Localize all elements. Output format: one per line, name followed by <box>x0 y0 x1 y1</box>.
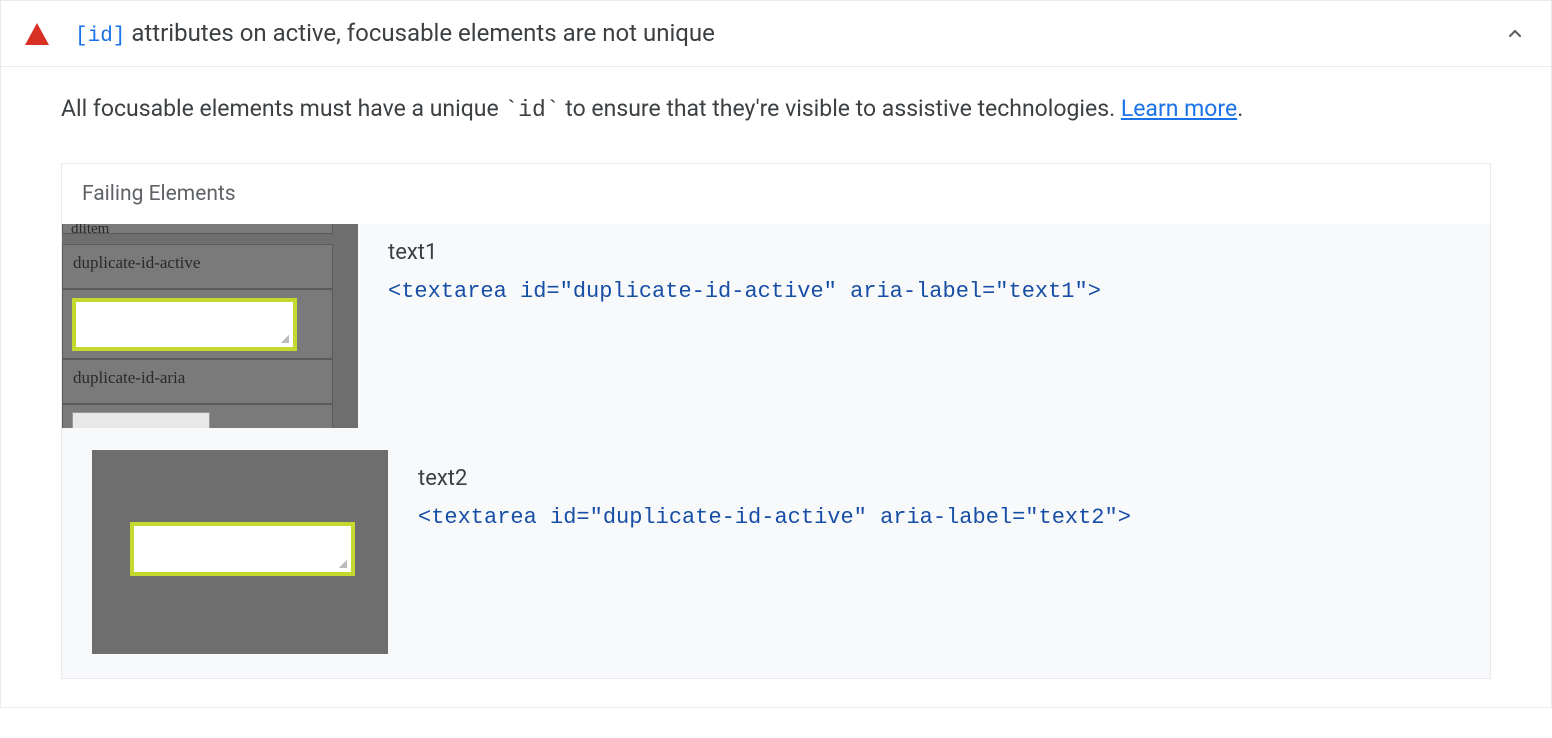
element-info: text2 <textarea id="duplicate-id-active"… <box>388 450 1490 530</box>
description-code: `id` <box>504 97 559 123</box>
failing-element-row[interactable]: text2 <textarea id="duplicate-id-active"… <box>62 450 1490 678</box>
element-label: text1 <box>388 240 1490 265</box>
thumbnail-row-label: dlitem <box>62 224 333 234</box>
thumbnail-row-label: duplicate-id-active <box>62 244 333 289</box>
thumbnail-highlighted-element <box>130 522 355 576</box>
audit-title-text: attributes on active, focusable elements… <box>125 19 714 47</box>
element-thumbnail <box>62 450 388 678</box>
row-spacer <box>62 428 1490 450</box>
audit-description: All focusable elements must have a uniqu… <box>61 95 1491 123</box>
chevron-up-icon <box>1503 22 1527 46</box>
description-period: . <box>1237 95 1243 122</box>
element-label: text2 <box>418 466 1490 491</box>
thumbnail-image <box>92 450 388 654</box>
audit-body: All focusable elements must have a uniqu… <box>1 67 1551 707</box>
thumbnail-highlighted-element <box>72 298 297 351</box>
audit-title-code: [id] <box>75 25 125 48</box>
failing-element-row[interactable]: dlitem duplicate-id-active duplicate-id-… <box>62 224 1490 428</box>
audit-title: [id] attributes on active, focusable ele… <box>75 19 1503 48</box>
learn-more-link[interactable]: Learn more <box>1121 95 1237 122</box>
audit-panel: [id] attributes on active, focusable ele… <box>0 0 1552 708</box>
element-thumbnail: dlitem duplicate-id-active duplicate-id-… <box>62 224 358 428</box>
thumbnail-image: dlitem duplicate-id-active duplicate-id-… <box>62 224 358 428</box>
description-text-prefix: All focusable elements must have a uniqu… <box>61 95 504 122</box>
element-info: text1 <textarea id="duplicate-id-active"… <box>358 224 1490 304</box>
resize-handle-icon <box>339 560 347 568</box>
failing-elements-heading: Failing Elements <box>62 164 1490 224</box>
element-code-snippet: <textarea id="duplicate-id-active" aria-… <box>388 279 1490 304</box>
element-code-snippet: <textarea id="duplicate-id-active" aria-… <box>418 505 1490 530</box>
failing-elements-body: dlitem duplicate-id-active duplicate-id-… <box>62 224 1490 678</box>
thumbnail-partial-element <box>72 412 210 428</box>
thumbnail-row-label: duplicate-id-aria <box>62 359 333 404</box>
error-triangle-icon <box>25 23 49 45</box>
audit-header[interactable]: [id] attributes on active, focusable ele… <box>1 1 1551 67</box>
failing-elements-panel: Failing Elements dlitem duplicate-id-act… <box>61 163 1491 679</box>
resize-handle-icon <box>281 335 289 343</box>
description-text-suffix: to ensure that they're visible to assist… <box>560 95 1121 122</box>
